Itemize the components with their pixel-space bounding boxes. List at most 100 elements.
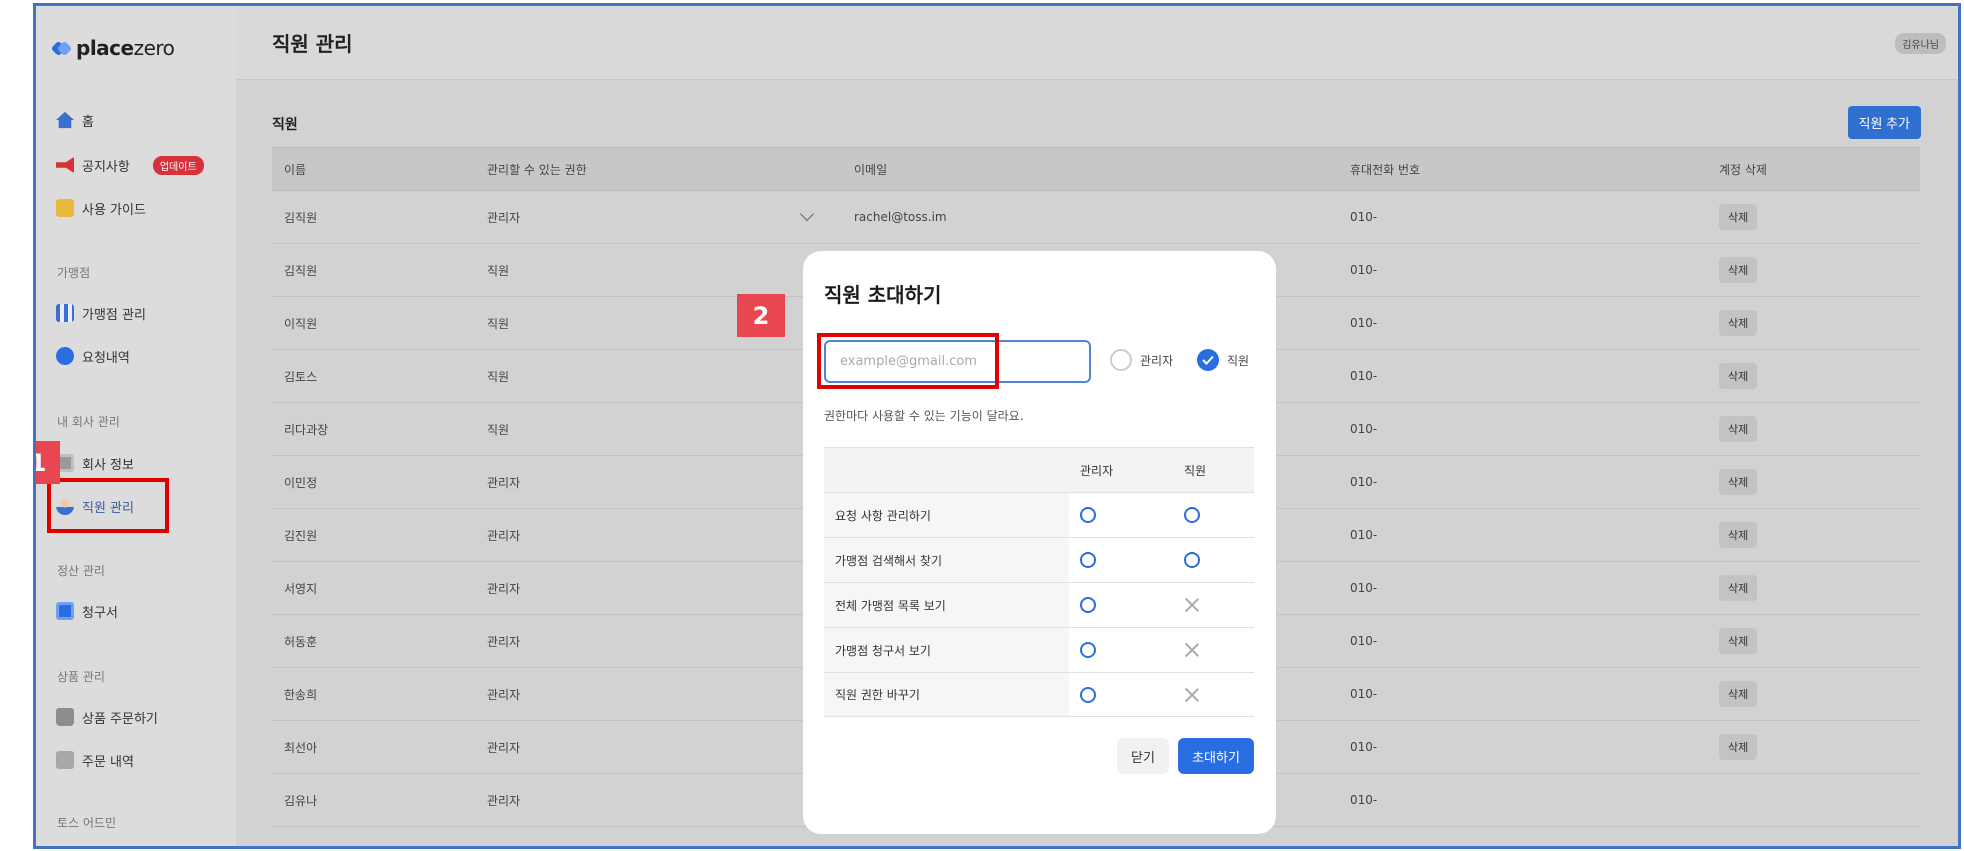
employee-role[interactable]: 관리자 xyxy=(487,209,520,226)
home-icon xyxy=(56,111,74,129)
allowed-circle-icon xyxy=(1184,552,1200,568)
employee-role[interactable]: 관리자 xyxy=(487,527,520,544)
role-radio-staff[interactable]: 직원 xyxy=(1197,349,1249,371)
sidebar-item-order-history[interactable]: 주문 내역 xyxy=(56,745,134,775)
section-title-store: 가맹점 xyxy=(57,266,91,280)
sidebar-item-guide[interactable]: 사용 가이드 xyxy=(56,193,146,223)
allowed-circle-icon xyxy=(1080,642,1096,658)
permission-row: 가맹점 검색해서 찾기 xyxy=(824,537,1254,582)
table-row: 김직원 관리자 rachel@toss.im 010- 삭제 xyxy=(272,191,1920,244)
radio-checked-icon xyxy=(1197,349,1219,371)
sidebar-item-order-product[interactable]: 상품 주문하기 xyxy=(56,702,158,732)
employee-phone: 010- xyxy=(1350,369,1378,383)
permission-table-body: 요청 사항 관리하기 가맹점 검색해서 찾기 전체 가맹점 목록 보기 가맹점 청구서… xyxy=(824,492,1254,717)
sidebar-item-label: 상품 주문하기 xyxy=(82,711,158,727)
page-title: 직원 관리 xyxy=(272,32,353,56)
employee-name: 이직원 xyxy=(284,316,318,331)
logo[interactable]: placezero xyxy=(50,36,175,60)
permission-label: 직원 권한 바꾸기 xyxy=(824,673,1069,716)
employee-name: 서영지 xyxy=(284,581,318,596)
guide-icon xyxy=(56,199,74,217)
delete-button[interactable]: 삭제 xyxy=(1719,310,1758,336)
employee-role[interactable]: 직원 xyxy=(487,315,509,332)
modal-title: 직원 초대하기 xyxy=(824,283,942,307)
chevron-down-icon[interactable] xyxy=(799,206,815,222)
highlight-box-staff-menu xyxy=(47,478,169,533)
sidebar-item-label: 요청내역 xyxy=(82,350,130,366)
delete-button[interactable]: 삭제 xyxy=(1719,204,1758,230)
sidebar-item-label: 가맹점 관리 xyxy=(82,307,146,323)
delete-button[interactable]: 삭제 xyxy=(1719,257,1758,283)
sidebar-item-store-manage[interactable]: 가맹점 관리 xyxy=(56,298,146,328)
employees-section-title: 직원 xyxy=(272,117,298,133)
delete-button[interactable]: 삭제 xyxy=(1719,734,1758,760)
sidebar-item-company-info[interactable]: 회사 정보 xyxy=(56,448,134,478)
column-header-phone: 휴대전화 번호 xyxy=(1350,162,1421,177)
sidebar-item-invoice[interactable]: 청구서 xyxy=(56,596,118,626)
permission-header-staff: 직원 xyxy=(1184,463,1207,478)
delete-button[interactable]: 삭제 xyxy=(1719,575,1758,601)
employee-phone: 010- xyxy=(1350,740,1378,754)
bag-icon xyxy=(56,708,74,726)
employee-role[interactable]: 직원 xyxy=(487,262,509,279)
allowed-circle-icon xyxy=(1080,686,1096,703)
permission-row: 요청 사항 관리하기 xyxy=(824,492,1254,537)
invite-button[interactable]: 초대하기 xyxy=(1178,738,1254,774)
employee-role[interactable]: 관리자 xyxy=(487,739,520,756)
section-title-toss-admin: 토스 어드민 xyxy=(57,816,117,830)
receipt-icon xyxy=(56,751,74,769)
logo-icon xyxy=(50,40,73,57)
callout-number-1: 1 xyxy=(36,441,60,484)
permission-description: 권한마다 사용할 수 있는 기능이 달라요. xyxy=(824,409,1024,423)
employee-phone: 010- xyxy=(1350,793,1378,807)
sidebar-item-label: 청구서 xyxy=(82,605,118,621)
sidebar-item-label: 사용 가이드 xyxy=(82,202,146,218)
permission-header-admin: 관리자 xyxy=(1080,463,1114,478)
employee-phone: 010- xyxy=(1350,210,1378,224)
add-employee-button[interactable]: 직원 추가 xyxy=(1847,106,1921,139)
delete-button[interactable]: 삭제 xyxy=(1719,681,1758,707)
employee-name: 김직원 xyxy=(284,263,318,278)
permission-header-blank xyxy=(824,448,1069,492)
sidebar-item-requests[interactable]: 요청내역 xyxy=(56,341,130,371)
store-icon xyxy=(56,304,74,322)
employee-role[interactable]: 직원 xyxy=(487,421,509,438)
allowed-circle-icon xyxy=(1080,597,1096,613)
employee-role[interactable]: 직원 xyxy=(487,368,509,385)
delete-button[interactable]: 삭제 xyxy=(1719,416,1758,442)
highlight-box-email-input xyxy=(817,333,999,389)
employee-name: 김직원 xyxy=(284,210,318,225)
allowed-circle-icon xyxy=(1184,507,1200,523)
column-header-role: 관리할 수 있는 권한 xyxy=(487,162,587,177)
employee-name: 김진원 xyxy=(284,528,318,543)
delete-button[interactable]: 삭제 xyxy=(1719,469,1758,495)
employee-phone: 010- xyxy=(1350,528,1378,542)
role-radio-admin[interactable]: 관리자 xyxy=(1110,349,1173,371)
section-title-settlement: 정산 관리 xyxy=(57,564,105,578)
column-header-delete: 계정 삭제 xyxy=(1719,162,1767,177)
employee-role[interactable]: 관리자 xyxy=(487,580,520,597)
invoice-icon xyxy=(56,602,74,620)
permission-table-header: 관리자 직원 xyxy=(824,447,1254,492)
employee-email: rachel@toss.im xyxy=(854,210,947,224)
employee-name: 한송희 xyxy=(284,687,318,702)
employee-role[interactable]: 관리자 xyxy=(487,474,520,491)
column-header-email: 이메일 xyxy=(854,162,888,177)
employee-role[interactable]: 관리자 xyxy=(487,686,520,703)
megaphone-icon xyxy=(56,156,74,174)
employee-role[interactable]: 관리자 xyxy=(487,792,520,809)
sidebar-item-home[interactable]: 홈 xyxy=(56,105,94,135)
user-badge[interactable]: 김유나님 xyxy=(1895,33,1946,54)
update-badge: 업데이트 xyxy=(152,155,204,175)
close-button[interactable]: 닫기 xyxy=(1117,738,1169,774)
sidebar-item-notice[interactable]: 공지사항 업데이트 xyxy=(56,150,204,180)
employee-phone: 010- xyxy=(1350,634,1378,648)
employee-phone: 010- xyxy=(1350,687,1378,701)
delete-button[interactable]: 삭제 xyxy=(1719,363,1758,389)
delete-button[interactable]: 삭제 xyxy=(1719,628,1758,654)
delete-button[interactable]: 삭제 xyxy=(1719,522,1758,548)
sidebar-item-label: 회사 정보 xyxy=(82,457,134,473)
employee-phone: 010- xyxy=(1350,316,1378,330)
sidebar-item-label: 공지사항 xyxy=(82,159,130,175)
employee-role[interactable]: 관리자 xyxy=(487,633,520,650)
